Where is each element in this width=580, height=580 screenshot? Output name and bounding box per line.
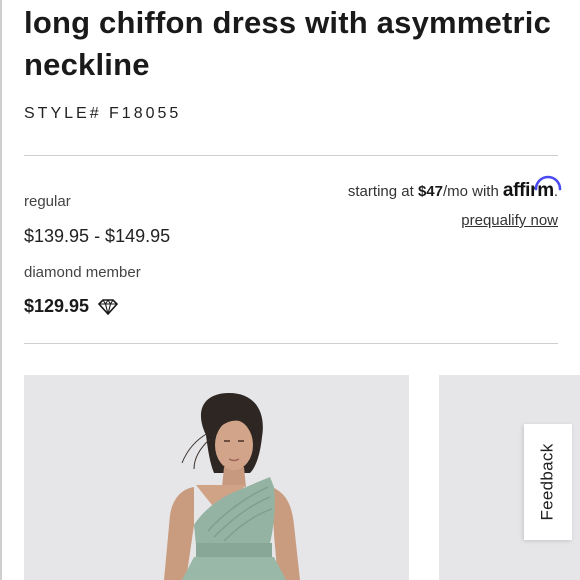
divider-top bbox=[24, 155, 558, 156]
feedback-button[interactable]: Feedback bbox=[524, 424, 572, 540]
product-photo-main[interactable] bbox=[24, 375, 409, 580]
diamond-icon bbox=[97, 298, 119, 315]
member-price-row: $129.95 bbox=[24, 296, 119, 317]
affirm-logo: affirm bbox=[503, 175, 562, 202]
member-price-label: diamond member bbox=[24, 264, 141, 281]
style-number: STYLE# F18055 bbox=[24, 105, 182, 122]
product-title: long chiffon dress with asymmetric neckl… bbox=[24, 5, 552, 82]
affirm-arc-icon bbox=[534, 175, 562, 191]
financing-prefix: starting at bbox=[347, 183, 414, 200]
regular-price: $139.95 - $149.95 bbox=[24, 226, 171, 246]
divider-bottom bbox=[24, 343, 558, 344]
financing-amount: $47 bbox=[417, 183, 443, 200]
prequalify-link[interactable]: prequalify now bbox=[461, 212, 558, 229]
affirm-financing-text: starting at $47/mo with affirm. bbox=[347, 175, 562, 202]
page-left-border bbox=[0, 0, 2, 580]
member-price: $129.95 bbox=[24, 296, 90, 316]
financing-suffix: /mo with bbox=[442, 183, 499, 200]
regular-price-label: regular bbox=[24, 193, 71, 210]
model-image bbox=[164, 393, 300, 580]
feedback-label: Feedback bbox=[538, 443, 557, 521]
